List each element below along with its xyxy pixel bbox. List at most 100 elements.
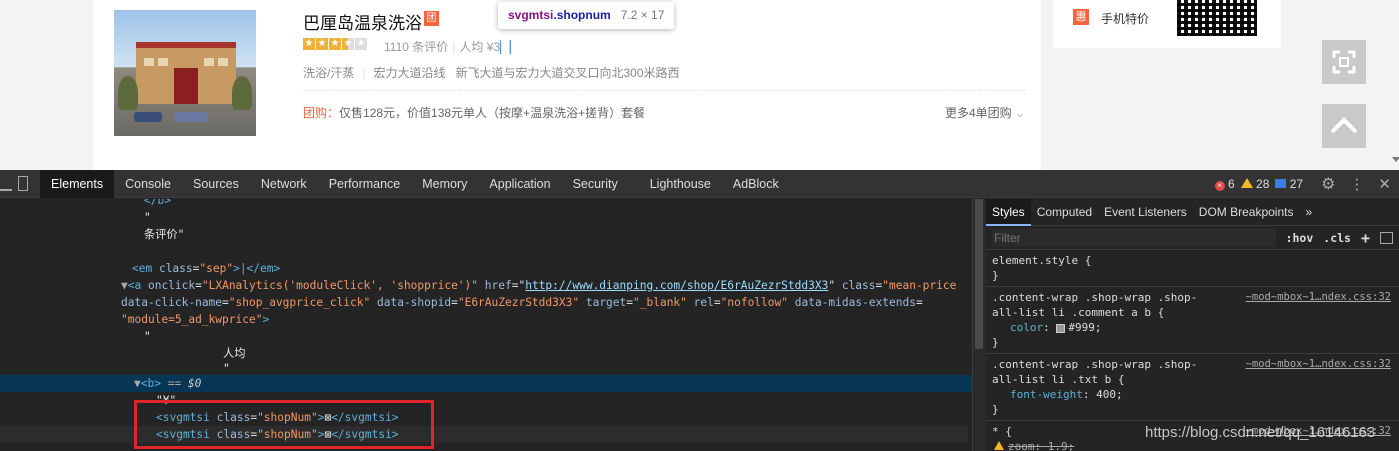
dom-line[interactable]: " bbox=[223, 361, 230, 378]
tag-end: > bbox=[262, 313, 270, 326]
selector: all-list li .txt b { bbox=[992, 373, 1125, 386]
tab-security[interactable]: Security bbox=[562, 170, 629, 198]
new-rule-button[interactable]: + bbox=[1361, 229, 1370, 247]
attr-value: "nofollow" bbox=[720, 296, 788, 309]
css-property[interactable]: color: #999; bbox=[992, 320, 1393, 335]
dom-line-selected[interactable]: ▼<b> == $0 bbox=[134, 376, 201, 393]
styles-filter-input[interactable] bbox=[992, 228, 1276, 247]
tab-network[interactable]: Network bbox=[250, 170, 318, 198]
warning-counter[interactable]: 28 bbox=[1240, 177, 1269, 191]
tab-performance[interactable]: Performance bbox=[318, 170, 412, 198]
dom-line[interactable]: data-click-name="shop_avgprice_click" da… bbox=[121, 295, 923, 312]
tab-lighthouse[interactable]: Lighthouse bbox=[639, 170, 722, 198]
attr-name: onclick bbox=[147, 279, 196, 292]
mobile-deal-label[interactable]: 手机特价 bbox=[1101, 10, 1149, 27]
avg-label: 人均 bbox=[459, 40, 484, 54]
text-node: " bbox=[144, 330, 151, 343]
css-rule[interactable]: ~mod~mbox~1…ndex.css:32 .content-wrap .s… bbox=[986, 354, 1399, 421]
prop-name: font-weight bbox=[1010, 388, 1083, 401]
dom-line[interactable]: <em class="sep">|</em> bbox=[132, 261, 280, 278]
annotation-red-box bbox=[134, 400, 434, 449]
expand-triangle-icon[interactable]: ▼ bbox=[134, 377, 141, 390]
shop-photo[interactable] bbox=[114, 10, 256, 136]
more-deals-link[interactable]: 更多4单团购 ⌄ bbox=[945, 104, 1025, 121]
fullscreen-button[interactable] bbox=[1322, 40, 1366, 84]
text-node: 条评价" bbox=[144, 228, 185, 241]
error-counter[interactable]: × 6 bbox=[1214, 177, 1235, 191]
separator: | bbox=[452, 40, 456, 54]
back-to-top-button[interactable] bbox=[1322, 104, 1366, 148]
info-counter[interactable]: 27 bbox=[1275, 177, 1303, 191]
expand-triangle-icon[interactable]: ▼ bbox=[121, 279, 128, 292]
price-svg-digit-highlight: █ bbox=[500, 40, 511, 54]
dom-line[interactable]: 条评价" bbox=[144, 227, 184, 244]
dom-line[interactable]: " bbox=[144, 329, 151, 346]
prop-value: 400; bbox=[1096, 388, 1123, 401]
scrollbar-thumb[interactable] bbox=[975, 199, 983, 349]
href-link[interactable]: http://www.dianping.com/shop/E6rAuZezrSt… bbox=[525, 279, 828, 292]
side-panel: 惠 手机特价 bbox=[1053, 0, 1281, 48]
tab-computed[interactable]: Computed bbox=[1031, 199, 1098, 226]
attr-value: "module=5_ad_kwprice" bbox=[121, 313, 263, 326]
separator: | bbox=[362, 66, 366, 80]
cls-toggle[interactable]: .cls bbox=[1323, 231, 1351, 245]
console-var: $0 bbox=[187, 377, 202, 390]
star-icon: ★ bbox=[329, 38, 341, 50]
color-swatch[interactable] bbox=[1056, 323, 1066, 333]
text-node: " bbox=[223, 362, 230, 375]
area-link[interactable]: 宏力大道沿线 bbox=[373, 66, 445, 80]
open-tag: <b> bbox=[140, 377, 161, 390]
error-icon: × bbox=[1214, 181, 1225, 191]
star-icon: ★ bbox=[303, 38, 315, 50]
tab-memory[interactable]: Memory bbox=[411, 170, 478, 198]
tab-event-listeners[interactable]: Event Listeners bbox=[1098, 199, 1193, 226]
hov-toggle[interactable]: :hov bbox=[1286, 231, 1314, 245]
tab-application[interactable]: Application bbox=[478, 170, 561, 198]
tab-styles[interactable]: Styles bbox=[986, 199, 1031, 226]
shop-title-link[interactable]: 巴厘岛温泉洗浴 bbox=[303, 9, 422, 34]
discount-badge: 惠 bbox=[1073, 9, 1089, 25]
gear-icon[interactable]: ⚙ bbox=[1321, 174, 1335, 194]
review-count-link[interactable]: 1110 条评价 bbox=[384, 40, 448, 54]
attr-value: "LXAnalytics('moduleClick', 'shopprice')… bbox=[201, 279, 479, 292]
source-link[interactable]: ~mod~mbox~1…ndex.css:32 bbox=[1246, 290, 1391, 305]
device-toolbar-icon[interactable] bbox=[18, 176, 28, 191]
dom-line[interactable]: ▼<a onclick="LXAnalytics('moduleClick', … bbox=[121, 278, 956, 295]
sidebar-toggle-icon[interactable] bbox=[1380, 231, 1393, 244]
rating-stars: ★ ★ ★ ★ ★ bbox=[303, 38, 367, 50]
dom-line[interactable]: " bbox=[144, 210, 151, 227]
more-vertical-icon[interactable]: ⋮ bbox=[1349, 175, 1364, 193]
inspect-element-icon[interactable] bbox=[0, 177, 12, 191]
source-link[interactable]: ~mod~mbox~1…ndex.css:32 bbox=[1246, 357, 1391, 372]
element-style-rule[interactable]: element.style { } bbox=[986, 250, 1399, 287]
scroll-down-arrow-icon[interactable] bbox=[1392, 157, 1399, 162]
css-property[interactable]: font-weight: 400; bbox=[992, 387, 1393, 402]
attr-name: data-click-name bbox=[121, 296, 223, 309]
prop-name: color bbox=[1010, 321, 1044, 334]
pane-scrollbar[interactable] bbox=[972, 199, 986, 451]
elements-tree: </b> " 条评价" <em class="sep">|</em> ▼<a o… bbox=[0, 199, 972, 451]
tab-dom-breakpoints[interactable]: DOM Breakpoints bbox=[1193, 199, 1300, 226]
warning-icon bbox=[1240, 178, 1253, 188]
qr-code-icon bbox=[1177, 0, 1257, 36]
category-link[interactable]: 洗浴/汗蒸 bbox=[303, 66, 354, 80]
tooltip-class: .shopnum bbox=[553, 8, 611, 22]
tab-elements[interactable]: Elements bbox=[40, 169, 115, 198]
tab-sources[interactable]: Sources bbox=[182, 170, 250, 198]
devtools-tab-bar: Elements Console Sources Network Perform… bbox=[0, 169, 1399, 198]
watermark: https://blog.csdn.net/qq_16146163 bbox=[1145, 424, 1376, 441]
deal-line[interactable]: 团购：仅售128元，价值138元单人（按摩+温泉洗浴+搓背）套餐 bbox=[303, 104, 645, 121]
close-icon[interactable]: ✕ bbox=[1378, 175, 1391, 193]
text-node: " bbox=[144, 211, 151, 224]
tooltip-tag: svgmtsi bbox=[508, 8, 554, 22]
css-rule[interactable]: ~mod~mbox~1…ndex.css:32 .content-wrap .s… bbox=[986, 287, 1399, 354]
tab-console[interactable]: Console bbox=[114, 170, 182, 198]
dom-line[interactable]: </b> bbox=[144, 199, 171, 210]
brace: } bbox=[992, 403, 999, 416]
devtools-panel: Elements Console Sources Network Perform… bbox=[0, 169, 1399, 451]
tab-adblock[interactable]: AdBlock bbox=[722, 170, 790, 198]
avg-price-link[interactable]: 人均 ¥3█ bbox=[459, 40, 511, 54]
more-tabs-icon[interactable]: » bbox=[1299, 199, 1318, 226]
dom-line[interactable]: "module=5_ad_kwprice"> bbox=[121, 312, 269, 329]
attr-name: rel bbox=[693, 296, 714, 309]
